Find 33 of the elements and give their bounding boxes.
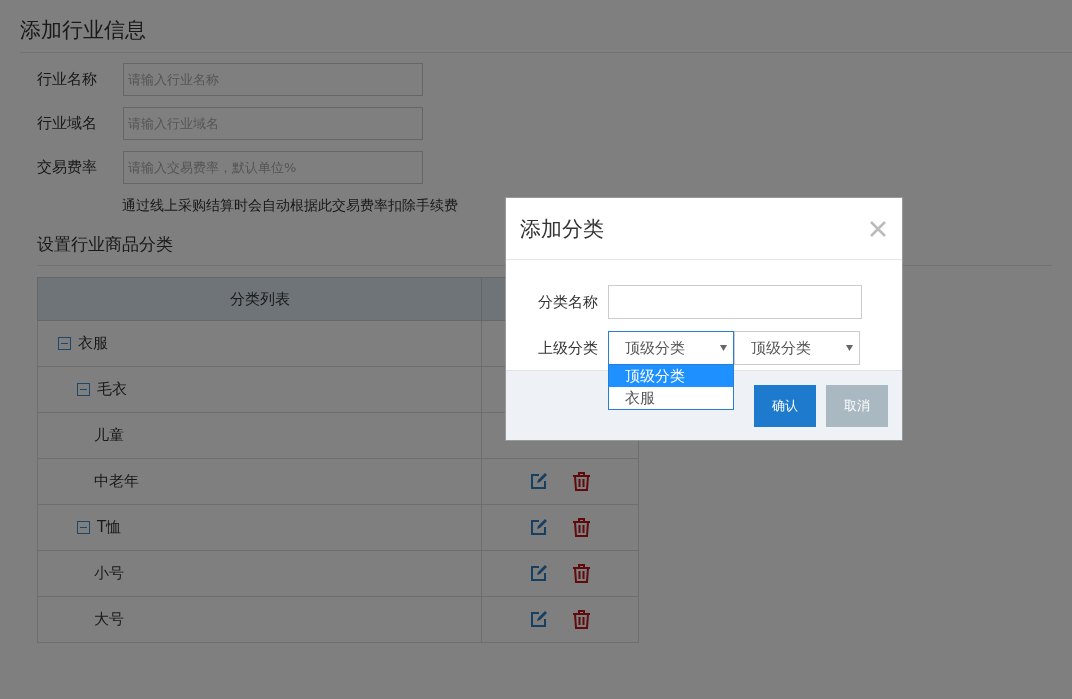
field-label: 分类名称 (537, 292, 599, 312)
trash-icon[interactable] (572, 564, 591, 583)
column-header: 分类列表 (37, 277, 482, 321)
collapse-icon[interactable] (58, 337, 71, 350)
field-label: 交易费率 (37, 158, 98, 177)
edit-icon[interactable] (529, 518, 548, 537)
category-name: 毛衣 (97, 380, 127, 399)
category-name: 大号 (94, 610, 124, 629)
dropdown-option[interactable]: 衣服 (609, 387, 733, 409)
close-icon[interactable] (870, 220, 886, 237)
dropdown[interactable]: 顶级分类 (734, 331, 860, 365)
field-label: 行业域名 (37, 114, 98, 133)
category-name: 小号 (94, 564, 124, 583)
trash-icon[interactable] (572, 610, 591, 629)
field-label: 行业名称 (37, 70, 98, 89)
edit-icon[interactable] (529, 564, 548, 583)
collapse-icon[interactable] (77, 521, 90, 534)
field-label: 上级分类 (537, 338, 599, 358)
category-name: T恤 (97, 518, 122, 537)
category-name: 儿童 (94, 426, 124, 445)
collapse-icon[interactable] (77, 383, 90, 396)
trash-icon[interactable] (572, 472, 591, 491)
edit-icon[interactable] (529, 610, 548, 629)
caret-icon (720, 345, 727, 351)
category-name: 中老年 (94, 472, 139, 491)
confirm-button[interactable]: 确认 (754, 384, 816, 427)
input-field[interactable] (608, 285, 862, 319)
trash-icon[interactable] (572, 518, 591, 537)
hint-text: 通过线上采购结算时会自动根据此交易费率扣除手续费 (122, 197, 458, 215)
edit-icon[interactable] (529, 472, 548, 491)
page-title: 添加行业信息 (20, 16, 1072, 53)
caret-icon (846, 345, 853, 351)
category-name: 衣服 (78, 334, 108, 353)
